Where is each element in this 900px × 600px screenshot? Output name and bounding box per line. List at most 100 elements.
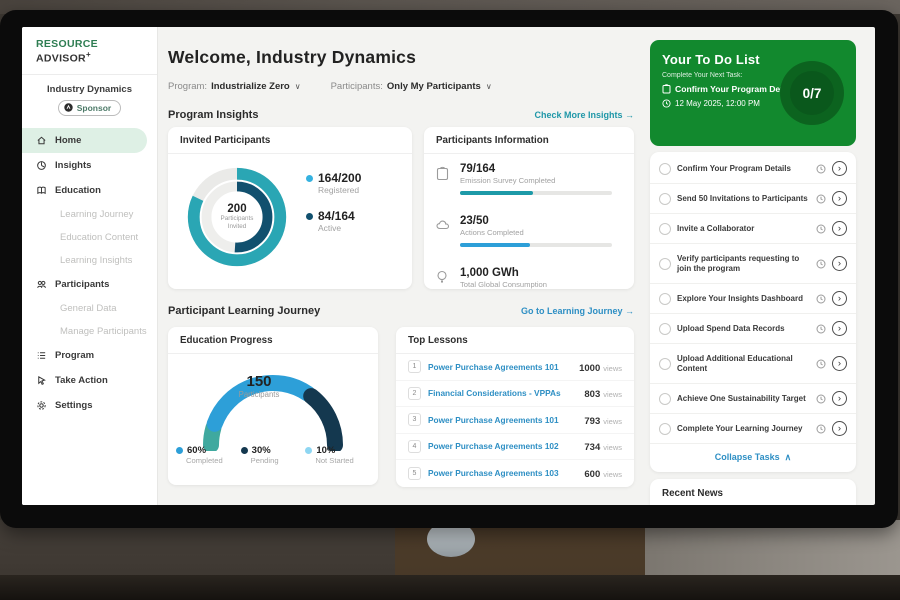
todo-checkbox[interactable] [659, 193, 671, 205]
lesson-rank: 2 [408, 387, 421, 400]
sidebar-item-label: Manage Participants [60, 326, 147, 337]
legend-registered: 164/200 Registered [306, 171, 361, 195]
sidebar: RESOURCE ADVISOR+ Industry Dynamics Spon… [22, 27, 158, 505]
todo-item[interactable]: Upload Additional Educational Content › [650, 344, 856, 384]
education-progress-card: Education Progress 150 Participants 60% … [168, 327, 378, 485]
logo-secondary: ADVISOR [36, 53, 86, 65]
legend-active: 84/164 Active [306, 209, 361, 233]
sidebar-item-education-content[interactable]: Education Content [22, 226, 157, 249]
sidebar-item-program[interactable]: Program [22, 343, 157, 368]
go-to-learning-journey-label: Go to Learning Journey [521, 306, 623, 316]
todo-item[interactable]: Verify participants requesting to join t… [650, 244, 856, 284]
todo-checkbox[interactable] [659, 223, 671, 235]
lesson-link[interactable]: Power Purchase Agreements 101 [428, 415, 577, 425]
sidebar-item-label: Participants [55, 279, 109, 290]
sidebar-item-education[interactable]: Education [22, 178, 157, 203]
recent-news-title: Recent News [650, 479, 856, 505]
todo-go-button[interactable]: › [832, 391, 847, 406]
survey-progress-fill [460, 191, 533, 195]
todo-item[interactable]: Invite a Collaborator › [650, 214, 856, 244]
chevron-down-icon[interactable]: ∨ [486, 82, 492, 91]
participants-filter[interactable]: Participants:Only My Participants∨ [331, 81, 492, 92]
collapse-tasks-label: Collapse Tasks [715, 452, 780, 462]
sidebar-item-manage-participants[interactable]: Manage Participants [22, 320, 157, 343]
todo-item-label: Achieve One Sustainability Target [677, 394, 810, 404]
registered-value: 164/200 [318, 171, 361, 185]
learning-journey-title: Participant Learning Journey [168, 305, 320, 317]
education-gauge-chart [182, 355, 364, 456]
program-insights-title: Program Insights [168, 109, 258, 121]
todo-item[interactable]: Complete Your Learning Journey › [650, 414, 856, 444]
top-lessons-card: Top Lessons 1 Power Purchase Agreements … [396, 327, 634, 487]
todo-go-button[interactable]: › [832, 421, 847, 436]
go-to-learning-journey-link[interactable]: Go to Learning Journey → [521, 306, 634, 316]
sidebar-item-label: Education [55, 185, 101, 196]
sidebar-item-label: Program [55, 350, 94, 361]
todo-checkbox[interactable] [659, 423, 671, 435]
clock-icon [816, 424, 826, 434]
sidebar-item-insights[interactable]: Insights [22, 153, 157, 178]
todo-checkbox[interactable] [659, 358, 671, 370]
actions-progress-track [460, 243, 612, 247]
todo-checkbox[interactable] [659, 293, 671, 305]
clock-icon [816, 194, 826, 204]
lesson-views: 1000 [579, 363, 600, 374]
check-more-insights-link[interactable]: Check More Insights → [534, 110, 634, 120]
home-icon [36, 135, 47, 146]
program-filter-value: Industrialize Zero [211, 81, 290, 92]
todo-go-button[interactable]: › [832, 321, 847, 336]
todo-go-button[interactable]: › [832, 221, 847, 236]
lesson-views: 793 [584, 416, 600, 427]
lesson-link[interactable]: Power Purchase Agreements 101 [428, 362, 572, 372]
sidebar-item-participants[interactable]: Participants [22, 272, 157, 297]
sidebar-item-label: Learning Insights [60, 255, 132, 266]
donut-center-label: 200 Participants Invited [178, 158, 296, 276]
program-filter[interactable]: Program:Industrialize Zero∨ [168, 81, 301, 92]
sidebar-item-learning-insights[interactable]: Learning Insights [22, 249, 157, 272]
todo-go-button[interactable]: › [832, 161, 847, 176]
todo-checkbox[interactable] [659, 323, 671, 335]
todo-checkbox[interactable] [659, 163, 671, 175]
sidebar-item-home[interactable]: Home [22, 128, 147, 153]
todo-go-button[interactable]: › [832, 191, 847, 206]
invited-participants-title: Invited Participants [168, 127, 412, 154]
sidebar-item-learning-journey[interactable]: Learning Journey [22, 203, 157, 226]
invited-participants-card: Invited Participants 200 Participants In… [168, 127, 412, 289]
todo-checkbox[interactable] [659, 258, 671, 270]
gauge-legend: 60% Completed 30% Pending 10% Not Starte… [176, 445, 370, 465]
clock-icon [816, 359, 826, 369]
lesson-row: 2 Financial Considerations - VPPAs 803vi… [396, 381, 634, 408]
logo-primary: RESOURCE [36, 38, 98, 50]
todo-item-label: Send 50 Invitations to Participants [677, 194, 810, 204]
survey-label: Emission Survey Completed [460, 176, 612, 185]
sidebar-item-general-data[interactable]: General Data [22, 297, 157, 320]
not-started-label: Not Started [315, 456, 370, 465]
todo-item[interactable]: Confirm Your Program Details › [650, 154, 856, 184]
todo-go-button[interactable]: › [832, 256, 847, 271]
todo-checkbox[interactable] [659, 393, 671, 405]
todo-go-button[interactable]: › [832, 291, 847, 306]
monitor-bezel: RESOURCE ADVISOR+ Industry Dynamics Spon… [0, 10, 898, 528]
todo-item-label: Upload Spend Data Records [677, 324, 810, 334]
todo-item[interactable]: Upload Spend Data Records › [650, 314, 856, 344]
sidebar-item-settings[interactable]: Settings [22, 393, 157, 418]
todo-item-label: Verify participants requesting to join t… [677, 254, 810, 274]
participants-information-title: Participants Information [424, 127, 634, 154]
invited-count: 200 [227, 203, 246, 215]
lesson-rank: 5 [408, 467, 421, 480]
todo-go-button[interactable]: › [832, 356, 847, 371]
sidebar-item-label: Settings [55, 400, 92, 411]
lesson-link[interactable]: Power Purchase Agreements 102 [428, 441, 577, 451]
lesson-rank: 4 [408, 440, 421, 453]
collapse-tasks-link[interactable]: Collapse Tasks ∧ [650, 444, 856, 470]
participants-filter-label: Participants: [331, 81, 383, 92]
lesson-link[interactable]: Power Purchase Agreements 103 [428, 468, 577, 478]
actions-icon [436, 215, 452, 247]
chevron-down-icon[interactable]: ∨ [295, 82, 301, 91]
lesson-link[interactable]: Financial Considerations - VPPAs [428, 388, 577, 398]
todo-item[interactable]: Send 50 Invitations to Participants › [650, 184, 856, 214]
sidebar-item-take-action[interactable]: Take Action [22, 368, 157, 393]
lesson-views: 803 [584, 389, 600, 400]
todo-item[interactable]: Achieve One Sustainability Target › [650, 384, 856, 414]
todo-item[interactable]: Explore Your Insights Dashboard › [650, 284, 856, 314]
